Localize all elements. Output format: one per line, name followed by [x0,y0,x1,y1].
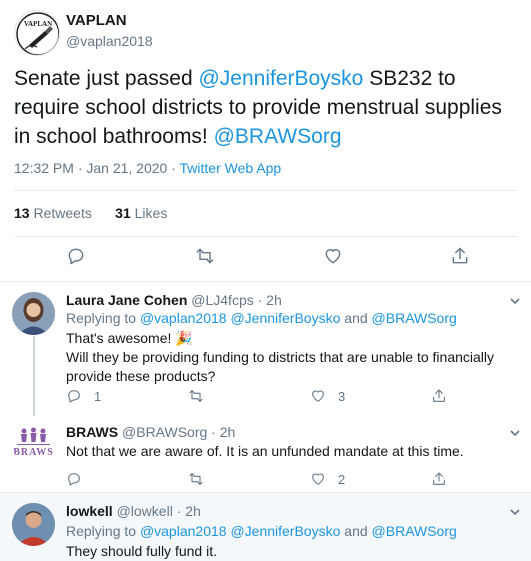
user-photo-icon [12,503,55,546]
tweet-meta: 12:32 PM · Jan 21, 2020 · Twitter Web Ap… [14,160,281,176]
replying-prefix: Replying to [66,523,140,539]
heart-icon [325,249,341,264]
reply-text: Not that we are aware of. It is an unfun… [66,443,464,459]
like-button[interactable] [321,244,345,268]
reply-author-handle[interactable]: @LJ4fcps [191,292,253,308]
replying-to: Replying to @vaplan2018 @JenniferBoysko … [66,523,457,539]
thread-connector [33,336,35,416]
reply-actions: 1 3 [0,386,531,406]
mention-link-jenniferboysko[interactable]: @JenniferBoysko [198,67,363,90]
replying-prefix: Replying to [66,310,140,326]
divider [14,236,517,237]
reply-icon [68,248,84,265]
tweet-menu-button[interactable] [509,505,521,517]
retweet-button[interactable] [188,386,216,406]
reply-author-name[interactable]: lowkell [66,503,113,519]
tweet-stats: 13 Retweets 31 Likes [14,205,167,221]
reply-author-handle[interactable]: @BRAWSorg [122,424,207,440]
retweet-button[interactable] [188,469,216,489]
mention-link[interactable]: @BRAWSorg [372,523,457,539]
retweets-count: 13 [14,205,30,221]
vaplan-avatar[interactable]: VAPLAN [14,10,60,56]
user-photo-icon [12,292,55,335]
mention-link[interactable]: @vaplan2018 [140,310,227,326]
reply-button[interactable] [64,244,88,268]
retweets-label: Retweets [33,205,92,221]
main-tweet: VAPLAN VAPLAN @vaplan2018 Senate just pa… [0,0,531,284]
reply-text-line: That's awesome! 🎉 [66,330,193,346]
tweet-menu-button[interactable] [509,294,521,306]
replying-and: and [340,310,372,326]
share-icon [433,389,445,402]
braws-logo-text: BRAWS [13,447,54,458]
chevron-down-icon [510,298,520,305]
reply-icon [68,473,80,486]
reply-text: That's awesome! 🎉 Will they be providing … [66,329,506,386]
braws-avatar[interactable]: BRAWS [12,422,55,465]
share-button[interactable] [431,386,447,406]
reply-button[interactable]: 1 [66,386,101,406]
vaplan-logo-icon: VAPLAN [16,12,59,55]
reply-header: Laura Jane Cohen @LJ4fcps · 2h [66,292,282,308]
retweet-icon [189,473,203,485]
likes-count: 31 [115,205,131,221]
retweet-button[interactable] [193,244,217,268]
retweet-icon [196,248,214,264]
reply-count: 1 [94,388,102,404]
reply-tweet[interactable]: lowkell @lowkell · 2h Replying to @vapla… [0,493,531,561]
like-count: 3 [338,388,346,404]
heart-icon [312,473,324,485]
reply-tweet[interactable]: BRAWS BRAWS @BRAWSorg · 2h Not that we a… [0,412,531,490]
tweet-source-link[interactable]: Twitter Web App [180,160,282,176]
reply-button[interactable] [66,469,94,489]
chevron-down-icon [510,430,520,437]
reply-tweet[interactable]: Laura Jane Cohen @LJ4fcps · 2h Replying … [0,282,531,412]
mention-link[interactable]: @BRAWSorg [372,310,457,326]
like-count: 2 [338,471,346,487]
reply-text: They should fully fund it. [66,543,217,559]
replying-to: Replying to @vaplan2018 @JenniferBoysko … [66,310,457,326]
reply-author-name[interactable]: Laura Jane Cohen [66,292,187,308]
reply-actions: 2 [0,469,531,489]
tweet-menu-button[interactable] [509,426,521,438]
author-name[interactable]: VAPLAN [66,12,127,29]
tweet-text: Senate just passed @JenniferBoysko SB232… [14,64,524,151]
reply-author-handle[interactable]: @lowkell [117,503,173,519]
likes-stat[interactable]: 31 Likes [115,205,167,221]
share-icon [452,247,468,264]
tweet-text-segment: Senate just passed [14,67,199,90]
avatar[interactable] [12,292,55,335]
like-button[interactable]: 2 [310,469,345,489]
tweet-actions [0,244,531,272]
mention-link-brawsorg[interactable]: @BRAWSorg [214,125,342,148]
reply-text-line: Will they be providing funding to distri… [66,349,495,384]
retweet-icon [189,390,203,402]
mention-link[interactable]: @JenniferBoysko [230,310,340,326]
author-handle[interactable]: @vaplan2018 [66,33,153,49]
retweets-stat[interactable]: 13 Retweets [14,205,92,221]
reply-time[interactable]: · 2h [177,503,201,519]
share-button[interactable] [431,469,447,489]
likes-label: Likes [134,205,168,221]
reply-header: lowkell @lowkell · 2h [66,503,201,519]
braws-logo-icon [12,422,55,465]
replying-and: and [340,523,372,539]
reply-time[interactable]: · 2h [258,292,282,308]
divider [14,190,517,191]
reply-author-name[interactable]: BRAWS [66,424,118,440]
reply-icon [68,390,80,403]
reply-header: BRAWS @BRAWSorg · 2h [66,424,235,440]
mention-link[interactable]: @JenniferBoysko [230,523,340,539]
reply-time[interactable]: · 2h [211,424,235,440]
share-icon [433,472,445,485]
heart-icon [312,390,324,402]
chevron-down-icon [510,509,520,516]
avatar[interactable] [12,503,55,546]
like-button[interactable]: 3 [310,386,345,406]
mention-link[interactable]: @vaplan2018 [140,523,227,539]
share-button[interactable] [448,244,472,268]
tweet-timestamp[interactable]: 12:32 PM · Jan 21, 2020 · [14,160,180,176]
svg-text:VAPLAN: VAPLAN [24,20,52,28]
